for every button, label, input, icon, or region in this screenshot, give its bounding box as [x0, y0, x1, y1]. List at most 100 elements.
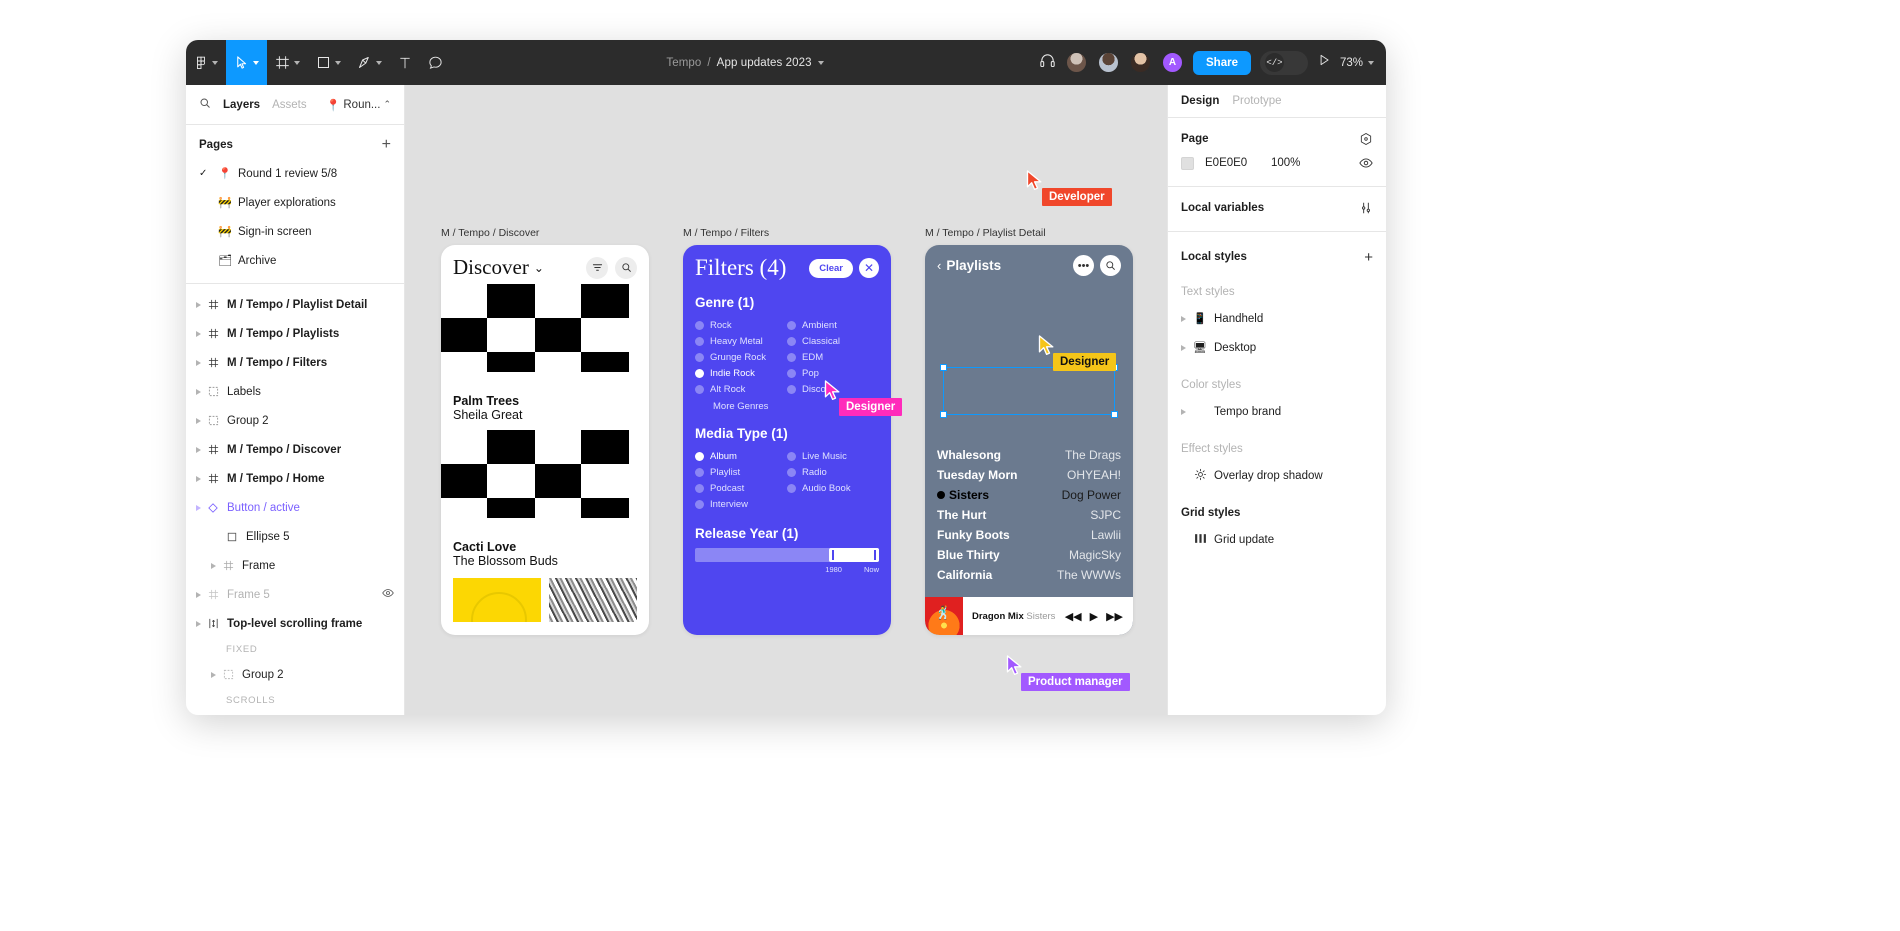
page-item-archive[interactable]: 🗂 Archive — [186, 246, 404, 275]
frame-label-discover[interactable]: M / Tempo / Discover — [441, 227, 539, 239]
frame-label-filters[interactable]: M / Tempo / Filters — [683, 227, 769, 239]
audio-icon[interactable] — [1039, 52, 1056, 74]
tab-assets[interactable]: Assets — [272, 99, 307, 111]
eye-icon[interactable] — [382, 587, 394, 602]
chevron-down-icon[interactable] — [818, 61, 824, 65]
genre-option-indie-rock[interactable]: Indie Rock — [695, 365, 787, 381]
expand-arrow-icon[interactable] — [211, 563, 216, 569]
media-option-audio-book[interactable]: Audio Book — [787, 480, 879, 496]
expand-arrow-icon[interactable] — [196, 447, 201, 453]
media-option-radio[interactable]: Radio — [787, 464, 879, 480]
avatar[interactable] — [1129, 51, 1152, 74]
comment-tool-icon[interactable] — [420, 40, 451, 85]
discover-frame[interactable]: Discover ⌄ Palm Trees — [441, 245, 649, 635]
page-color-hex[interactable]: E0E0E0 — [1205, 157, 1271, 169]
genre-option-rock[interactable]: Rock — [695, 317, 787, 333]
resize-handle-top-left[interactable] — [940, 364, 947, 371]
layer-row[interactable]: Labels — [186, 377, 404, 406]
song-row[interactable]: The Hurt SJPC — [937, 505, 1121, 525]
style-row-overlay-drop-shadow[interactable]: Overlay drop shadow — [1181, 461, 1373, 490]
layer-row[interactable]: M / Tempo / Playlist Detail — [186, 290, 404, 319]
style-row-desktop[interactable]: 🖥 Desktop — [1181, 333, 1373, 362]
playlist-detail-frame[interactable]: ‹ Playlists ••• Whalesong The Drag — [925, 245, 1133, 635]
genre-option-classical[interactable]: Classical — [787, 333, 879, 349]
expand-arrow-icon[interactable] — [1181, 316, 1186, 322]
album-art-palm-trees[interactable] — [441, 284, 649, 388]
expand-arrow-icon[interactable] — [196, 331, 201, 337]
expand-arrow-icon[interactable] — [211, 672, 216, 678]
now-playing-bar[interactable]: Dragon Mix Sisters ◀◀ ▶ ▶▶ — [925, 597, 1133, 635]
expand-arrow-icon[interactable] — [196, 505, 201, 511]
layer-row[interactable]: Ellipse 5 — [186, 522, 404, 551]
search-icon[interactable] — [1100, 255, 1121, 276]
expand-arrow-icon[interactable] — [1181, 345, 1186, 351]
layer-row[interactable]: Group 2 — [186, 660, 404, 689]
song-row[interactable]: Blue Thirty MagicSky — [937, 545, 1121, 565]
more-icon[interactable]: ••• — [1073, 255, 1094, 276]
page-settings-icon[interactable] — [1359, 132, 1373, 146]
genre-option-alt-rock[interactable]: Alt Rock — [695, 381, 787, 397]
color-swatch[interactable] — [1181, 157, 1194, 170]
song-row[interactable]: Funky Boots Lawlii — [937, 525, 1121, 545]
plus-icon[interactable]: + — [1364, 249, 1373, 266]
selection-box[interactable] — [943, 367, 1115, 415]
filter-icon[interactable] — [586, 257, 608, 279]
media-option-album[interactable]: Album — [695, 448, 787, 464]
layer-row[interactable]: M / Tempo / Playlists — [186, 319, 404, 348]
expand-arrow-icon[interactable] — [196, 592, 201, 598]
layer-row[interactable]: M / Tempo / Discover — [186, 435, 404, 464]
layer-row[interactable]: Top-level scrolling frame — [186, 609, 404, 638]
expand-arrow-icon[interactable] — [196, 302, 201, 308]
layer-row[interactable]: Frame 5 — [186, 580, 404, 609]
next-icon[interactable]: ▶▶ — [1106, 610, 1123, 623]
thumbnail-grayscale[interactable] — [549, 578, 637, 622]
search-icon[interactable] — [199, 96, 211, 114]
media-option-live-music[interactable]: Live Music — [787, 448, 879, 464]
media-option-playlist[interactable]: Playlist — [695, 464, 787, 480]
file-name[interactable]: App updates 2023 — [717, 57, 812, 69]
close-icon[interactable]: ✕ — [859, 258, 879, 278]
avatar-current-user[interactable]: A — [1161, 51, 1184, 74]
tab-layers[interactable]: Layers — [223, 99, 260, 111]
slider-handle[interactable] — [829, 548, 879, 562]
page-item-sign-in-screen[interactable]: 🚧 Sign-in screen — [186, 217, 404, 246]
song-row[interactable]: California The WWWs — [937, 565, 1121, 585]
genre-option-pop[interactable]: Pop — [787, 365, 879, 381]
dev-mode-toggle[interactable]: </> — [1260, 51, 1308, 75]
add-page-icon[interactable]: + — [382, 137, 391, 153]
media-option-podcast[interactable]: Podcast — [695, 480, 787, 496]
share-button[interactable]: Share — [1193, 51, 1251, 75]
genre-option-ambient[interactable]: Ambient — [787, 317, 879, 333]
song-row-current[interactable]: Sisters Dog Power — [937, 485, 1121, 505]
resize-handle-bottom-left[interactable] — [940, 411, 947, 418]
design-canvas[interactable]: M / Tempo / Discover M / Tempo / Filters… — [405, 85, 1167, 715]
pen-tool-icon[interactable] — [349, 40, 390, 85]
expand-arrow-icon[interactable] — [196, 621, 201, 627]
avatar[interactable] — [1065, 51, 1088, 74]
clear-button[interactable]: Clear — [809, 259, 853, 278]
genre-option-heavy-metal[interactable]: Heavy Metal — [695, 333, 787, 349]
chevron-left-icon[interactable]: ‹ — [937, 258, 941, 273]
text-tool-icon[interactable] — [390, 40, 420, 85]
resize-handle-bottom-right[interactable] — [1111, 411, 1118, 418]
local-variables-section[interactable]: Local variables — [1168, 187, 1386, 232]
expand-arrow-icon[interactable] — [196, 476, 201, 482]
page-item-round-1-review[interactable]: ✓ 📍 Round 1 review 5/8 — [186, 159, 404, 188]
project-name[interactable]: Tempo — [666, 57, 701, 69]
page-item-player-explorations[interactable]: 🚧 Player explorations — [186, 188, 404, 217]
shape-tool-icon[interactable] — [308, 40, 349, 85]
layer-row[interactable]: Button / active — [186, 493, 404, 522]
style-row-tempo-brand[interactable]: Tempo brand — [1181, 397, 1373, 426]
style-row-handheld[interactable]: 📱 Handheld — [1181, 304, 1373, 333]
layer-row[interactable]: Group 2 — [186, 711, 404, 715]
style-row-grid-update[interactable]: Grid update — [1181, 525, 1373, 554]
play-icon[interactable]: ▶ — [1090, 610, 1098, 623]
search-icon[interactable] — [615, 257, 637, 279]
media-option-interview[interactable]: Interview — [695, 496, 787, 512]
present-button[interactable] — [1317, 53, 1331, 72]
genre-option-grunge-rock[interactable]: Grunge Rock — [695, 349, 787, 365]
genre-option-edm[interactable]: EDM — [787, 349, 879, 365]
eye-icon[interactable] — [1359, 156, 1373, 170]
layer-row[interactable]: Frame — [186, 551, 404, 580]
expand-arrow-icon[interactable] — [1181, 409, 1186, 415]
